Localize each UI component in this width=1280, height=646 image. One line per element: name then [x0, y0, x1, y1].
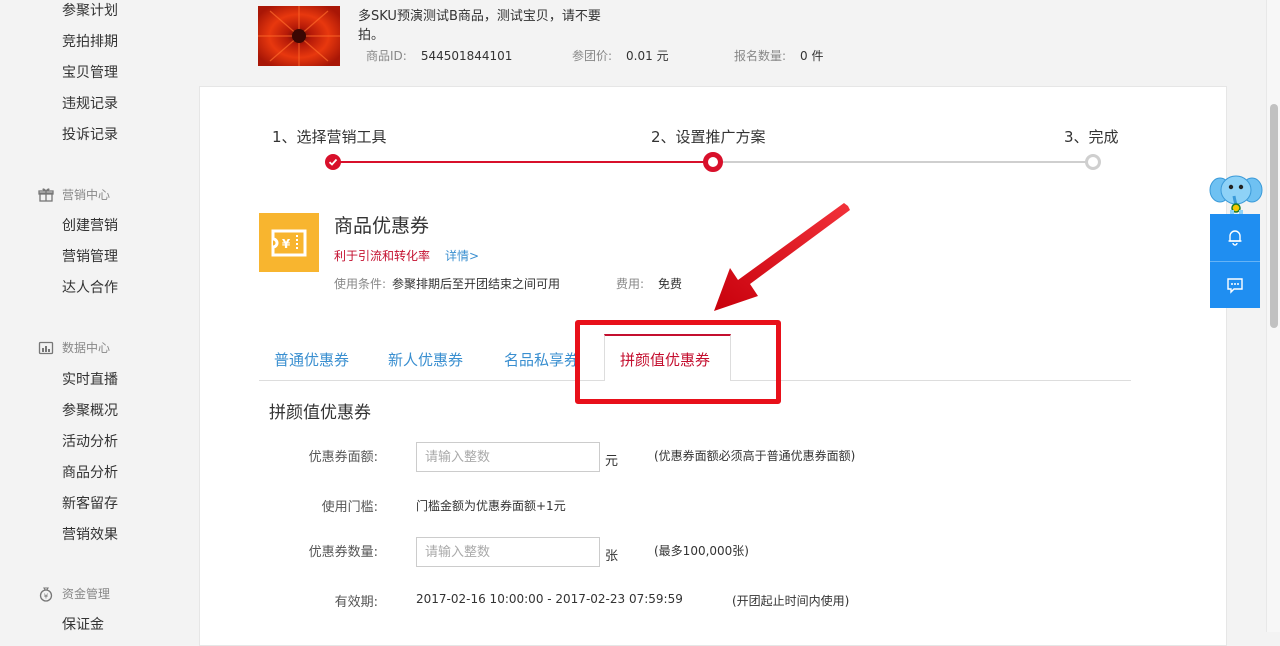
threshold-label: 使用门槛:: [321, 500, 378, 515]
chat-button[interactable]: [1210, 262, 1260, 308]
step-progress-done: [333, 161, 713, 163]
gift-icon: [38, 187, 54, 203]
page-scrollbar[interactable]: [1266, 0, 1280, 632]
bell-button[interactable]: [1210, 214, 1260, 260]
step-3-dot: [1085, 154, 1101, 170]
sidebar-group-marketing: 营销中心: [38, 186, 110, 203]
quantity-note: (最多100,000张): [654, 544, 749, 558]
product-id: 商品ID: 544501844101: [366, 47, 512, 64]
sidebar-item-product-analysis[interactable]: 商品分析: [62, 462, 118, 482]
section-title: 拼颜值优惠券: [269, 403, 371, 423]
bell-icon: [1228, 230, 1242, 246]
threshold-value: 门槛金额为优惠券面额+1元: [416, 499, 566, 513]
sidebar: 参聚计划 竞拍排期 宝贝管理 违规记录 投诉记录 营销中心 创建营销 营销管理 …: [0, 0, 198, 634]
svg-text:¥: ¥: [282, 237, 291, 251]
annotation-highlight-box: [575, 320, 781, 404]
sidebar-item-join-plan[interactable]: 参聚计划: [62, 0, 118, 20]
quantity-unit: 张: [605, 549, 619, 564]
coupon-icon: ¥: [259, 213, 319, 272]
step-2-label: 2、设置推广方案: [651, 128, 766, 146]
product-price-label: 参团价:: [572, 49, 613, 63]
step-1-label: 1、选择营销工具: [272, 128, 387, 146]
product-count-value: 0 件: [800, 49, 824, 63]
sidebar-item-create-marketing[interactable]: 创建营销: [62, 215, 118, 235]
floating-toolbar: [1210, 214, 1260, 308]
scrollbar-thumb[interactable]: [1270, 104, 1278, 328]
sidebar-item-influencer-cooperation[interactable]: 达人合作: [62, 277, 118, 297]
tab-brand-private-coupon[interactable]: 名品私享券: [504, 349, 579, 370]
sidebar-item-deposit[interactable]: 保证金: [62, 614, 104, 634]
validity-value: 2017-02-16 10:00:00 - 2017-02-23 07:59:5…: [416, 592, 683, 606]
tool-detail-link[interactable]: 详情>: [445, 247, 479, 264]
product-id-label: 商品ID:: [366, 49, 407, 63]
sidebar-item-marketing-effect[interactable]: 营销效果: [62, 524, 118, 544]
sidebar-group-data: 数据中心: [38, 339, 110, 356]
sidebar-item-auction-schedule[interactable]: 竞拍排期: [62, 31, 118, 51]
product-price-value: 0.01 元: [626, 49, 669, 63]
sidebar-item-item-management[interactable]: 宝贝管理: [62, 62, 118, 82]
chart-icon: [38, 340, 54, 356]
sidebar-group-label: 资金管理: [62, 587, 111, 601]
coupon-quantity-input[interactable]: [416, 537, 600, 567]
chat-icon: [1227, 278, 1243, 294]
money-bag-icon: ¥: [38, 586, 54, 602]
amount-note: (优惠券面额必须高于普通优惠券面额): [654, 449, 856, 463]
tool-fee: 费用: 免费: [616, 275, 682, 292]
sidebar-item-live[interactable]: 实时直播: [62, 369, 118, 389]
step-1-dot: [325, 154, 341, 170]
condition-value: 参聚排期后至开团结束之间可用: [392, 277, 561, 291]
sidebar-group-label: 营销中心: [62, 188, 111, 202]
tab-new-user-coupon[interactable]: 新人优惠券: [388, 349, 463, 370]
coupon-amount-input[interactable]: [416, 442, 600, 472]
sidebar-item-overview[interactable]: 参聚概况: [62, 400, 118, 420]
tool-condition: 使用条件: 参聚排期后至开团结束之间可用: [334, 275, 560, 292]
validity-label: 有效期:: [334, 595, 378, 610]
sidebar-item-marketing-management[interactable]: 营销管理: [62, 246, 118, 266]
sidebar-group-finance: ¥ 资金管理: [38, 585, 110, 602]
svg-text:¥: ¥: [44, 592, 49, 600]
tab-normal-coupon[interactable]: 普通优惠券: [274, 349, 349, 370]
annotation-arrow-icon: [714, 203, 850, 311]
validity-note: (开团起止时间内使用): [732, 594, 850, 608]
product-count: 报名数量: 0 件: [734, 47, 824, 64]
product-id-value: 544501844101: [420, 49, 513, 63]
sidebar-item-violations[interactable]: 违规记录: [62, 93, 118, 113]
amount-label: 优惠券面额:: [308, 450, 378, 465]
product-count-label: 报名数量:: [734, 49, 787, 63]
tool-title: 商品优惠券: [334, 215, 430, 237]
sidebar-group-label: 数据中心: [62, 341, 111, 355]
product-thumbnail: [258, 6, 340, 66]
fee-label: 费用:: [616, 277, 645, 291]
tool-description: 利于引流和转化率: [334, 249, 431, 263]
check-icon: [328, 158, 338, 166]
step-3-label: 3、完成: [1064, 128, 1119, 146]
fee-value: 免费: [658, 277, 683, 291]
sidebar-item-new-customer-retention[interactable]: 新客留存: [62, 493, 118, 513]
condition-label: 使用条件:: [334, 277, 387, 291]
amount-unit: 元: [605, 454, 619, 469]
product-price: 参团价: 0.01 元: [572, 47, 669, 64]
sidebar-item-activity-analysis[interactable]: 活动分析: [62, 431, 118, 451]
step-2-dot: [703, 152, 723, 172]
quantity-label: 优惠券数量:: [308, 545, 378, 560]
step-progress-todo: [713, 161, 1093, 163]
product-title: 多SKU预演测试B商品，测试宝贝，请不要拍。: [358, 9, 601, 43]
sidebar-item-complaints[interactable]: 投诉记录: [62, 124, 118, 144]
